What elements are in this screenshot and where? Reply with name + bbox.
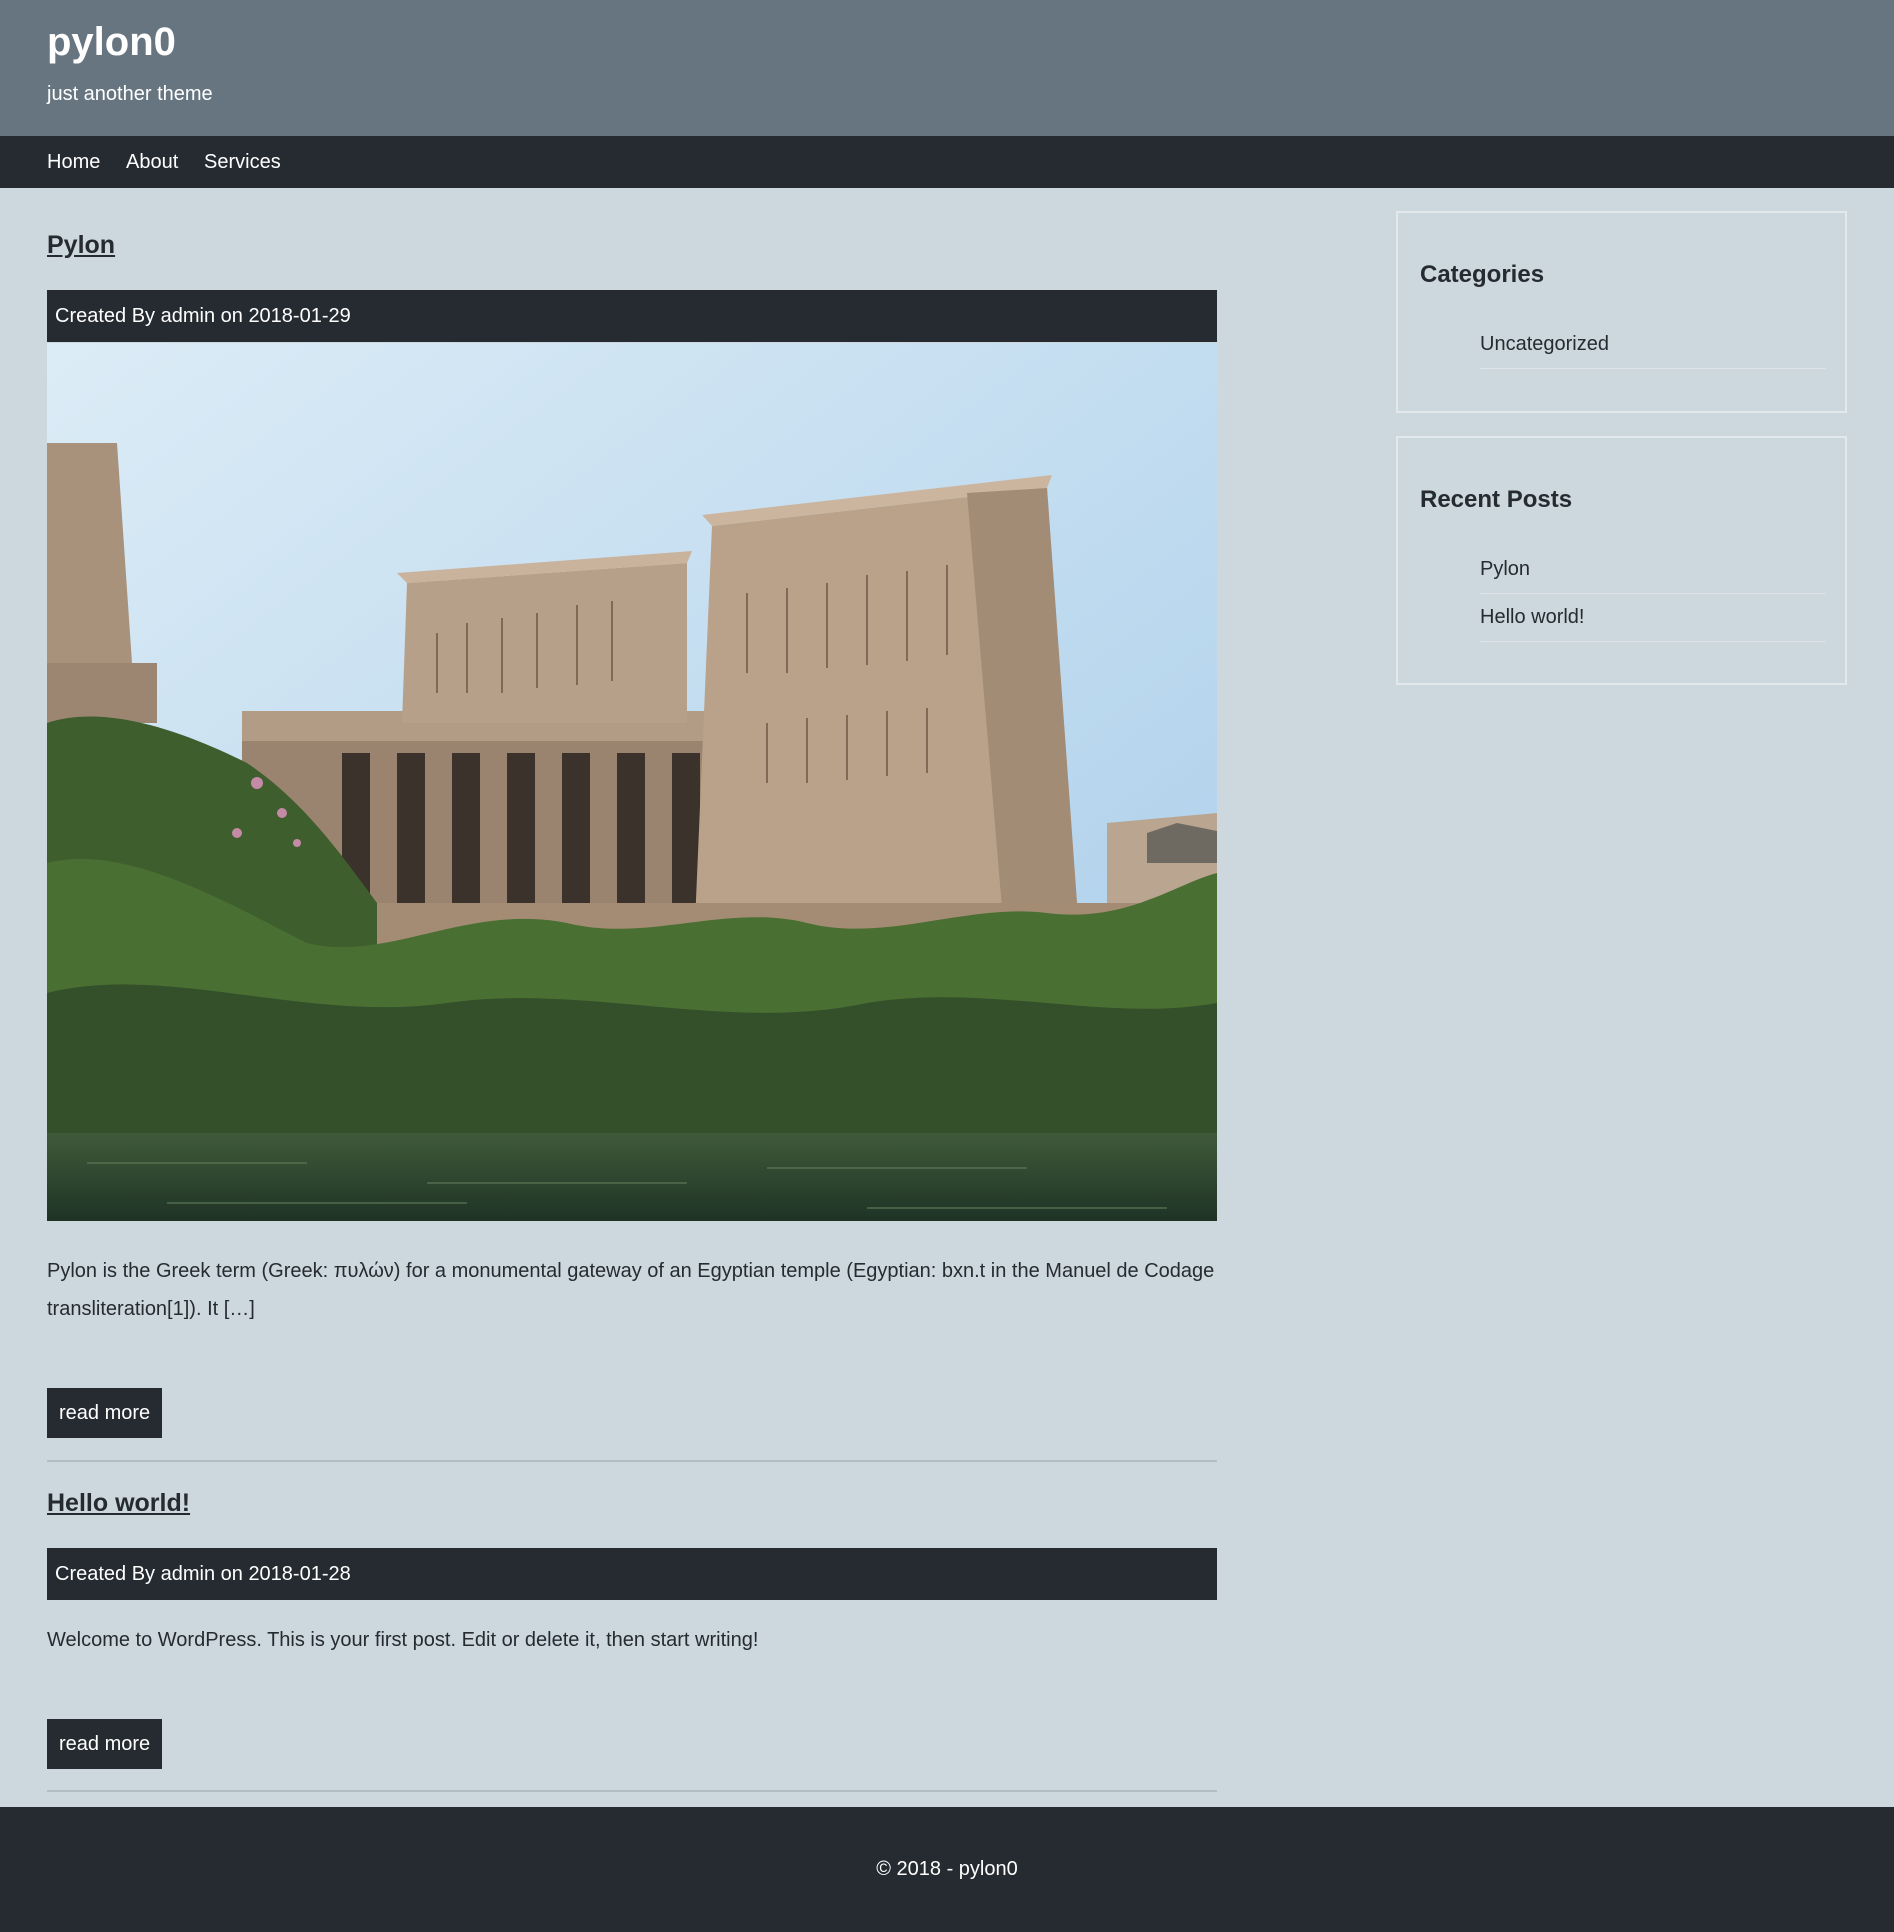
site-footer: © 2018 - pylon0 bbox=[0, 1807, 1894, 1932]
recent-post-link[interactable]: Pylon bbox=[1480, 546, 1826, 594]
post-divider bbox=[47, 1790, 1217, 1792]
main-nav: Home About Services bbox=[0, 136, 1894, 188]
post-title-link[interactable]: Hello world! bbox=[47, 1487, 190, 1519]
post-excerpt: Pylon is the Greek term (Greek: πυλών) f… bbox=[47, 1260, 1215, 1320]
category-link[interactable]: Uncategorized bbox=[1480, 321, 1826, 369]
featured-image[interactable] bbox=[47, 343, 1217, 1221]
nav-item-about[interactable]: About bbox=[126, 136, 178, 188]
temple-photo bbox=[47, 343, 1217, 1221]
read-more-button[interactable]: read more bbox=[47, 1719, 163, 1769]
site-tagline: just another theme bbox=[47, 83, 213, 105]
read-more-button[interactable]: read more bbox=[47, 1388, 163, 1438]
widget-title: Categories bbox=[1420, 261, 1545, 288]
widget-title: Recent Posts bbox=[1420, 486, 1573, 513]
footer-copyright: © 2018 - pylon0 bbox=[876, 1858, 1018, 1880]
nav-item-home[interactable]: Home bbox=[47, 136, 100, 188]
post-meta: Created By admin on 2018-01-29 bbox=[47, 290, 1217, 342]
post-meta: Created By admin on 2018-01-28 bbox=[47, 1548, 1217, 1600]
site-title[interactable]: pylon0 bbox=[47, 18, 176, 66]
categories-widget: Categories Uncategorized bbox=[1396, 211, 1847, 413]
post-excerpt: Welcome to WordPress. This is your first… bbox=[47, 1629, 759, 1651]
recent-post-link[interactable]: Hello world! bbox=[1480, 594, 1826, 642]
post-divider bbox=[47, 1460, 1217, 1462]
nav-item-services[interactable]: Services bbox=[204, 136, 281, 188]
recent-posts-widget: Recent Posts Pylon Hello world! bbox=[1396, 436, 1847, 685]
site-header: pylon0 just another theme bbox=[0, 0, 1894, 136]
post-title-link[interactable]: Pylon bbox=[47, 229, 115, 261]
